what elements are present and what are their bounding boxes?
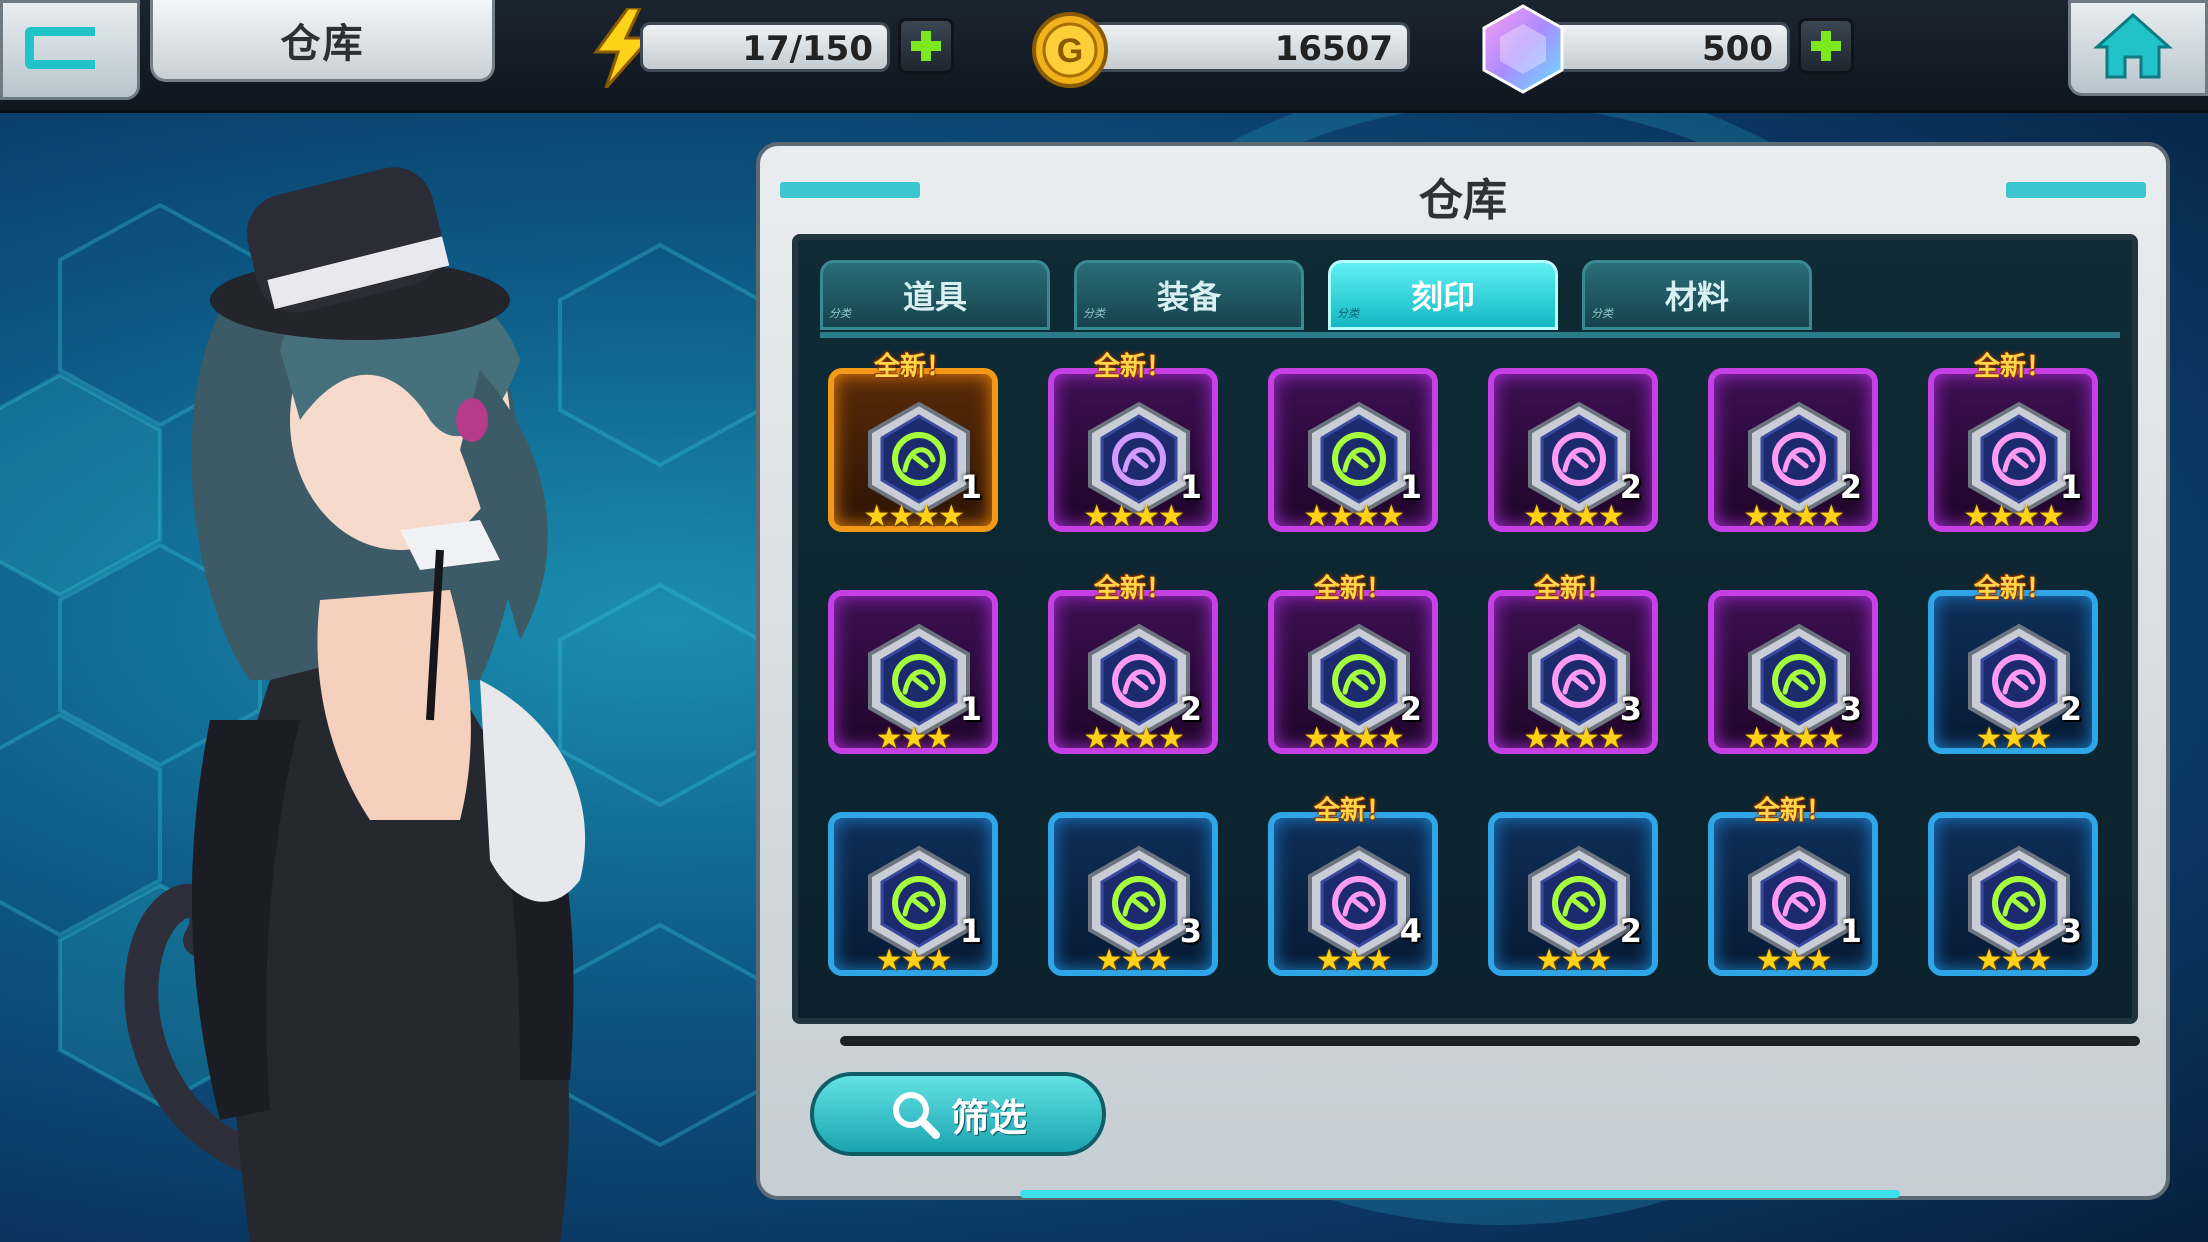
star-rating: ★★★ <box>1315 943 1393 978</box>
top-bar: 仓库 17/150 16507 G 500 <box>0 0 2208 113</box>
new-badge: 全新！ <box>1313 796 1392 826</box>
star-rating: ★★★ <box>1095 943 1173 978</box>
star-rating: ★★★★ <box>1083 721 1185 756</box>
tab-label: 刻印 <box>1410 278 1475 316</box>
tab-mini-label: 分类 <box>1337 307 1359 320</box>
filter-label: 筛选 <box>950 1095 1027 1140</box>
star-rating: ★★★★ <box>1743 499 1845 534</box>
star-rating: ★★★★ <box>1963 499 2065 534</box>
panel-divider <box>840 1036 2140 1046</box>
home-icon <box>2093 12 2173 79</box>
new-badge: 全新！ <box>1313 574 1392 604</box>
new-badge: 全新！ <box>1973 574 2052 604</box>
new-badge: 全新！ <box>1753 796 1832 826</box>
gold-counter: 16507 <box>1080 22 1410 72</box>
svg-text:G: G <box>1057 32 1083 70</box>
star-rating: ★★★★ <box>1743 721 1845 756</box>
seal-item-slot[interactable]: 全新！ 2 ★★★★ <box>1268 574 1438 756</box>
star-rating: ★★★★ <box>1523 721 1625 756</box>
panel-title: 仓库 <box>1419 175 1507 226</box>
warehouse-panel: 仓库 分类 道具 分类 装备 分类 刻印 分类 材料 全新！ 1 ★★★★ 全新！ 1 ★… <box>756 142 2170 1200</box>
tab-equipment[interactable]: 分类 装备 <box>1074 260 1304 330</box>
tab-label: 材料 <box>1664 278 1729 316</box>
star-rating: ★★★ <box>1535 943 1613 978</box>
seal-item-slot[interactable]: 全新！ 4 ★★★ <box>1268 796 1438 978</box>
seal-item-slot[interactable]: 全新！ 2 ★★★★ <box>1048 574 1218 756</box>
tab-mini-label: 分类 <box>1083 307 1105 320</box>
new-badge: 全新！ <box>1973 352 2052 382</box>
seal-item-slot[interactable]: 1 ★★★★ <box>1268 360 1438 534</box>
new-badge: 全新！ <box>1093 352 1172 382</box>
tab-materials[interactable]: 分类 材料 <box>1582 260 1812 330</box>
star-rating: ★★★ <box>1755 943 1833 978</box>
category-tabs: 分类 道具 分类 装备 分类 刻印 分类 材料 <box>820 260 1812 332</box>
seal-item-slot[interactable]: 全新！ 1 ★★★★ <box>1048 352 1218 534</box>
seal-item-slot[interactable]: 全新！ 1 ★★★★ <box>1928 352 2098 534</box>
seal-item-slot[interactable]: 1 ★★★ <box>828 582 998 756</box>
home-button[interactable] <box>2068 0 2208 96</box>
bottom-glow-bar <box>1020 1190 1900 1198</box>
seal-item-slot[interactable]: 2 ★★★★ <box>1488 360 1658 534</box>
seal-item-slot[interactable]: 2 ★★★★ <box>1708 360 1878 534</box>
star-rating: ★★★ <box>1975 943 2053 978</box>
seal-item-slot[interactable]: 全新！ 1 ★★★ <box>1708 796 1878 978</box>
star-rating: ★★★ <box>1975 721 2053 756</box>
filter-button[interactable]: 筛选 <box>810 1072 1106 1156</box>
star-rating: ★★★★ <box>1303 721 1405 756</box>
tab-label: 装备 <box>1156 278 1221 316</box>
seal-item-slot[interactable]: 全新！ 2 ★★★ <box>1928 574 2098 756</box>
gem-counter: 500 <box>1530 22 1790 72</box>
tab-label: 道具 <box>902 278 967 316</box>
new-badge: 全新！ <box>1533 574 1612 604</box>
gold-coin-icon: G <box>1032 12 1108 88</box>
star-rating: ★★★★ <box>1523 499 1625 534</box>
star-rating: ★★★★ <box>1303 499 1405 534</box>
screen-title: 仓库 <box>280 20 365 67</box>
seal-item-slot[interactable]: 3 ★★★ <box>1928 804 2098 978</box>
gem-value: 500 <box>1702 29 1773 69</box>
tab-underline <box>820 332 2120 338</box>
seal-item-slot[interactable]: 2 ★★★ <box>1488 804 1658 978</box>
tab-items[interactable]: 分类 道具 <box>820 260 1050 330</box>
seal-item-slot[interactable]: 3 ★★★ <box>1048 804 1218 978</box>
screen-title-plate: 仓库 <box>150 0 495 82</box>
energy-counter: 17/150 <box>640 22 890 72</box>
star-rating: ★★★★ <box>1083 499 1185 534</box>
tab-mini-label: 分类 <box>1591 307 1613 320</box>
back-button[interactable] <box>0 0 140 100</box>
add-energy-button[interactable] <box>898 18 954 74</box>
new-badge: 全新！ <box>873 352 952 382</box>
add-gem-button[interactable] <box>1798 18 1854 74</box>
inventory-area: 分类 道具 分类 装备 分类 刻印 分类 材料 全新！ 1 ★★★★ 全新！ 1 ★★★★… <box>792 234 2138 1024</box>
back-arrow-icon <box>25 27 95 69</box>
seal-item-slot[interactable]: 1 ★★★ <box>828 804 998 978</box>
gem-icon <box>1482 4 1564 94</box>
star-rating: ★★★★ <box>863 499 965 534</box>
seal-item-slot[interactable]: 3 ★★★★ <box>1708 582 1878 756</box>
tab-mini-label: 分类 <box>829 307 851 320</box>
gold-value: 16507 <box>1274 29 1393 69</box>
magnifier-icon <box>892 1092 940 1139</box>
star-rating: ★★★ <box>875 721 953 756</box>
star-rating: ★★★ <box>875 943 953 978</box>
seal-item-slot[interactable]: 全新！ 1 ★★★★ <box>828 352 998 534</box>
tab-seals[interactable]: 分类 刻印 <box>1328 260 1558 330</box>
character-illustration <box>124 167 586 1242</box>
seal-item-slot[interactable]: 全新！ 3 ★★★★ <box>1488 574 1658 756</box>
energy-value: 17/150 <box>742 29 873 69</box>
new-badge: 全新！ <box>1093 574 1172 604</box>
